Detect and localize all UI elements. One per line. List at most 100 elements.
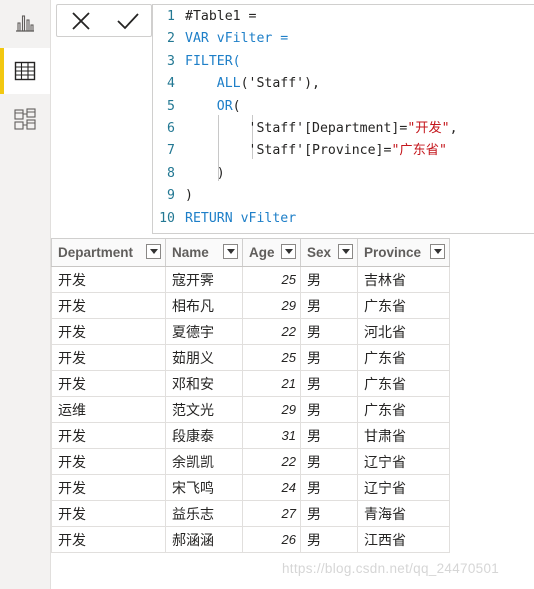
line-number: 7	[167, 143, 175, 159]
cell-age[interactable]: 21	[242, 370, 301, 397]
column-header-label: Age	[249, 245, 275, 260]
cell-sex[interactable]: 男	[300, 526, 358, 553]
commit-button[interactable]	[111, 8, 145, 34]
code-text: 'Staff'[Province]="广东省"	[185, 143, 447, 159]
cell-province[interactable]: 江西省	[357, 526, 450, 553]
cell-sex[interactable]: 男	[300, 344, 358, 371]
cell-province[interactable]: 河北省	[357, 318, 450, 345]
cell-province[interactable]: 广东省	[357, 396, 450, 423]
line-number: 8	[167, 165, 175, 181]
code-text: RETURN vFilter	[185, 210, 297, 226]
column-header-department[interactable]: Department	[51, 238, 166, 267]
filter-dropdown-icon[interactable]	[281, 244, 296, 259]
filter-dropdown-icon[interactable]	[338, 244, 353, 259]
filter-dropdown-icon[interactable]	[430, 244, 445, 259]
cell-age[interactable]: 25	[242, 344, 301, 371]
cell-province[interactable]: 广东省	[357, 370, 450, 397]
column-header-label: Name	[172, 245, 209, 260]
cell-age[interactable]: 31	[242, 422, 301, 449]
cell-name[interactable]: 寇开霁	[165, 266, 243, 293]
table-row: 开发 段康泰 31 男甘肃省	[51, 422, 450, 449]
cell-age[interactable]: 22	[242, 448, 301, 475]
filter-dropdown-icon[interactable]	[223, 244, 238, 259]
cell-name[interactable]: 邓和安	[165, 370, 243, 397]
cell-age[interactable]: 29	[242, 292, 301, 319]
code-line: 6 'Staff'[Department]="开发",	[153, 118, 457, 140]
formula-commit-box	[56, 4, 152, 37]
code-text: 'Staff'[Department]="开发",	[185, 121, 458, 136]
code-line: 7 'Staff'[Province]="广东省"	[153, 140, 447, 162]
cancel-icon	[71, 11, 90, 30]
table-row: 运维 范文光 29 男广东省	[51, 396, 450, 423]
cell-department[interactable]: 运维	[51, 396, 166, 423]
cell-province[interactable]: 吉林省	[357, 266, 450, 293]
cell-department[interactable]: 开发	[51, 318, 166, 345]
cell-sex[interactable]: 男	[300, 448, 358, 475]
code-text: )	[185, 188, 193, 204]
cell-name[interactable]: 段康泰	[165, 422, 243, 449]
cell-age[interactable]: 27	[242, 500, 301, 527]
line-number: 6	[167, 121, 175, 136]
data-grid: Department Name Age Sex Province 开发 寇开霁 25 男吉林省…	[51, 238, 450, 553]
cell-name[interactable]: 茹朋义	[165, 344, 243, 371]
cell-name[interactable]: 宋飞鸣	[165, 474, 243, 501]
code-line: 9)	[153, 185, 193, 207]
cell-sex[interactable]: 男	[300, 474, 358, 501]
line-number: 9	[167, 188, 175, 204]
cell-name[interactable]: 郝涵涵	[165, 526, 243, 553]
cell-sex[interactable]: 男	[300, 370, 358, 397]
column-header-sex[interactable]: Sex	[300, 238, 358, 267]
cell-sex[interactable]: 男	[300, 422, 358, 449]
code-text: FILTER(	[185, 53, 241, 69]
cell-department[interactable]: 开发	[51, 266, 166, 293]
column-header-age[interactable]: Age	[242, 238, 301, 267]
column-header-province[interactable]: Province	[357, 238, 450, 267]
report-view-button[interactable]	[0, 0, 50, 46]
column-header-name[interactable]: Name	[165, 238, 243, 267]
cell-age[interactable]: 29	[242, 396, 301, 423]
cell-province[interactable]: 广东省	[357, 292, 450, 319]
cell-department[interactable]: 开发	[51, 448, 166, 475]
cell-sex[interactable]: 男	[300, 266, 358, 293]
cell-department[interactable]: 开发	[51, 474, 166, 501]
column-header-label: Department	[58, 245, 134, 260]
cell-age[interactable]: 26	[242, 526, 301, 553]
code-line: 10 RETURN vFilter	[153, 208, 296, 230]
line-number: 3	[167, 53, 175, 69]
formula-editor[interactable]: 1 #Table1 = 2 VAR vFilter = 3 FILTER(4 ALL('S…	[152, 4, 534, 234]
cell-province[interactable]: 辽宁省	[357, 474, 450, 501]
line-number: 2	[167, 31, 175, 47]
cell-province[interactable]: 青海省	[357, 500, 450, 527]
cell-name[interactable]: 相布凡	[165, 292, 243, 319]
cell-name[interactable]: 益乐志	[165, 500, 243, 527]
cell-sex[interactable]: 男	[300, 318, 358, 345]
cell-department[interactable]: 开发	[51, 370, 166, 397]
model-view-icon	[14, 108, 36, 130]
line-number: 10	[159, 210, 175, 226]
cell-name[interactable]: 范文光	[165, 396, 243, 423]
report-view-icon	[16, 15, 34, 32]
data-view-button[interactable]	[0, 48, 50, 94]
cell-department[interactable]: 开发	[51, 422, 166, 449]
cell-sex[interactable]: 男	[300, 292, 358, 319]
filter-dropdown-icon[interactable]	[146, 244, 161, 259]
cell-age[interactable]: 24	[242, 474, 301, 501]
cell-department[interactable]: 开发	[51, 344, 166, 371]
code-text: VAR vFilter =	[185, 31, 289, 47]
cell-province[interactable]: 甘肃省	[357, 422, 450, 449]
cell-province[interactable]: 辽宁省	[357, 448, 450, 475]
cell-sex[interactable]: 男	[300, 396, 358, 423]
cell-age[interactable]: 22	[242, 318, 301, 345]
cell-province[interactable]: 广东省	[357, 344, 450, 371]
table-row: 开发 益乐志 27 男青海省	[51, 500, 450, 527]
table-row: 开发 余凯凯 22 男辽宁省	[51, 448, 450, 475]
cell-sex[interactable]: 男	[300, 500, 358, 527]
cell-department[interactable]: 开发	[51, 500, 166, 527]
cell-department[interactable]: 开发	[51, 292, 166, 319]
model-view-button[interactable]	[0, 96, 50, 142]
cell-name[interactable]: 夏德宇	[165, 318, 243, 345]
cell-age[interactable]: 25	[242, 266, 301, 293]
cell-name[interactable]: 余凯凯	[165, 448, 243, 475]
cell-department[interactable]: 开发	[51, 526, 166, 553]
cancel-button[interactable]	[64, 8, 98, 34]
